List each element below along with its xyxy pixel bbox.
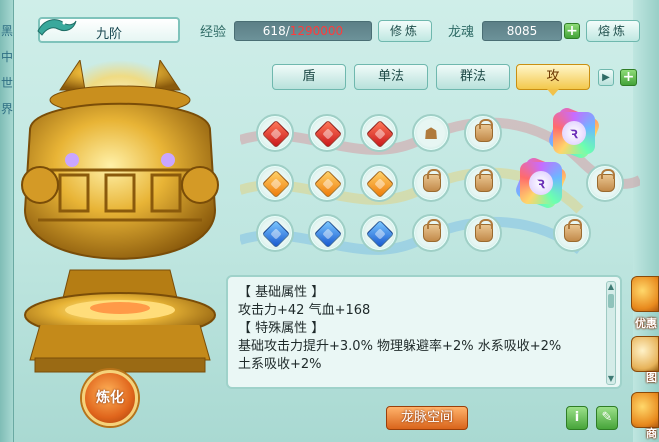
exp-value-box: 618/1290000 (234, 21, 372, 41)
gem-slot[interactable] (256, 164, 294, 202)
basic-attributes-values: 攻击力+42 气血+168 (238, 303, 371, 318)
orange-gem-icon (261, 169, 291, 199)
gem-slot[interactable] (360, 164, 398, 202)
lock-icon (564, 219, 582, 242)
gem-slot[interactable] (256, 114, 294, 152)
dragon-emblem-icon (37, 19, 77, 36)
scroll-up-icon[interactable]: ▲ (606, 282, 616, 292)
exp-max: 1290000 (289, 24, 344, 38)
red-gem-icon (261, 119, 291, 149)
edit-icon[interactable]: ✎ (596, 406, 618, 430)
cultivate-button[interactable]: 修炼 (378, 20, 432, 42)
lock-icon (475, 119, 493, 142)
add-tab-button[interactable]: + (620, 69, 637, 86)
dragon-sigil-icon: ꝛ (529, 171, 553, 195)
refine-button[interactable]: 炼化 (82, 370, 138, 426)
attribute-info-panel: 【 基础属性 】 攻击力+42 气血+168 【 特殊属性 】 基础攻击力提升+… (226, 275, 622, 389)
blue-gem-icon (365, 219, 395, 249)
gem-slot[interactable] (256, 214, 294, 252)
lock-icon (423, 169, 441, 192)
basic-attributes-header: 【 基础属性 】 (238, 285, 325, 300)
gem-slot[interactable] (360, 114, 398, 152)
side-label-illustration: 图 (646, 371, 657, 384)
gem-slot[interactable] (308, 214, 346, 252)
gem-slot[interactable] (360, 214, 398, 252)
blue-gem-icon (313, 219, 343, 249)
exp-current: 618 (262, 24, 286, 38)
locked-slot[interactable] (412, 164, 450, 202)
tab-attack[interactable]: 攻 (516, 64, 590, 96)
star-gem-slot[interactable]: ꝛ (513, 155, 569, 211)
next-tab-arrow-icon[interactable]: ▶ (598, 69, 614, 86)
star-gem-slot[interactable]: ꝛ (546, 105, 602, 161)
gem-slot[interactable]: ☗ (412, 114, 450, 152)
tab-single-magic[interactable]: 单法 (354, 64, 428, 90)
locked-slot[interactable] (412, 214, 450, 252)
left-edge-glyph: 黑 (1, 24, 14, 38)
exp-label: 经验 (200, 25, 227, 40)
red-gem-icon (365, 119, 395, 149)
tier-name-plate: 九阶 (37, 17, 180, 43)
add-soul-button[interactable]: + (564, 23, 580, 39)
info-button[interactable]: i (566, 406, 588, 430)
dragon-soul-label: 龙魂 (448, 25, 475, 40)
blue-gem-icon (261, 219, 291, 249)
locked-slot[interactable] (464, 214, 502, 252)
locked-slot[interactable] (586, 164, 624, 202)
special-attributes-line: 基础攻击力提升+3.0% 物理躲避率+2% 水系吸收+2% (238, 339, 562, 354)
orange-gem-icon (365, 169, 395, 199)
side-label-shop: 商 (646, 427, 657, 440)
locked-slot[interactable] (464, 164, 502, 202)
lock-icon (423, 219, 441, 242)
tab-shield[interactable]: 盾 (272, 64, 346, 90)
scroll-thumb[interactable] (608, 294, 614, 308)
figure-icon: ☗ (423, 124, 439, 143)
gem-slot[interactable] (308, 164, 346, 202)
info-scrollbar[interactable]: ▲ ▼ (606, 281, 616, 385)
tab-group-magic[interactable]: 群法 (436, 64, 510, 90)
tier-name: 九阶 (96, 27, 123, 42)
discount-icon[interactable] (631, 276, 659, 312)
lock-icon (475, 219, 493, 242)
lock-icon (475, 169, 493, 192)
dragon-sigil-icon: ꝛ (562, 121, 586, 145)
red-gem-icon (313, 119, 343, 149)
special-attributes-header: 【 特殊属性 】 (238, 321, 325, 336)
dragon-soul-value: 8085 (482, 21, 562, 41)
orange-gem-icon (313, 169, 343, 199)
locked-slot[interactable] (553, 214, 591, 252)
dragon-space-button[interactable]: 龙脉空间 (386, 406, 468, 430)
smelt-button[interactable]: 熔炼 (586, 20, 640, 42)
side-label-discount: 优惠 (635, 317, 657, 330)
illustration-icon[interactable] (631, 336, 659, 372)
lock-icon (597, 169, 615, 192)
refining-cauldron (21, 60, 219, 373)
special-attributes-line: 土系吸收+2% (238, 357, 322, 372)
locked-slot[interactable] (464, 114, 502, 152)
shop-icon[interactable] (631, 392, 659, 428)
gem-slot[interactable] (308, 114, 346, 152)
scroll-down-icon[interactable]: ▼ (606, 374, 616, 384)
